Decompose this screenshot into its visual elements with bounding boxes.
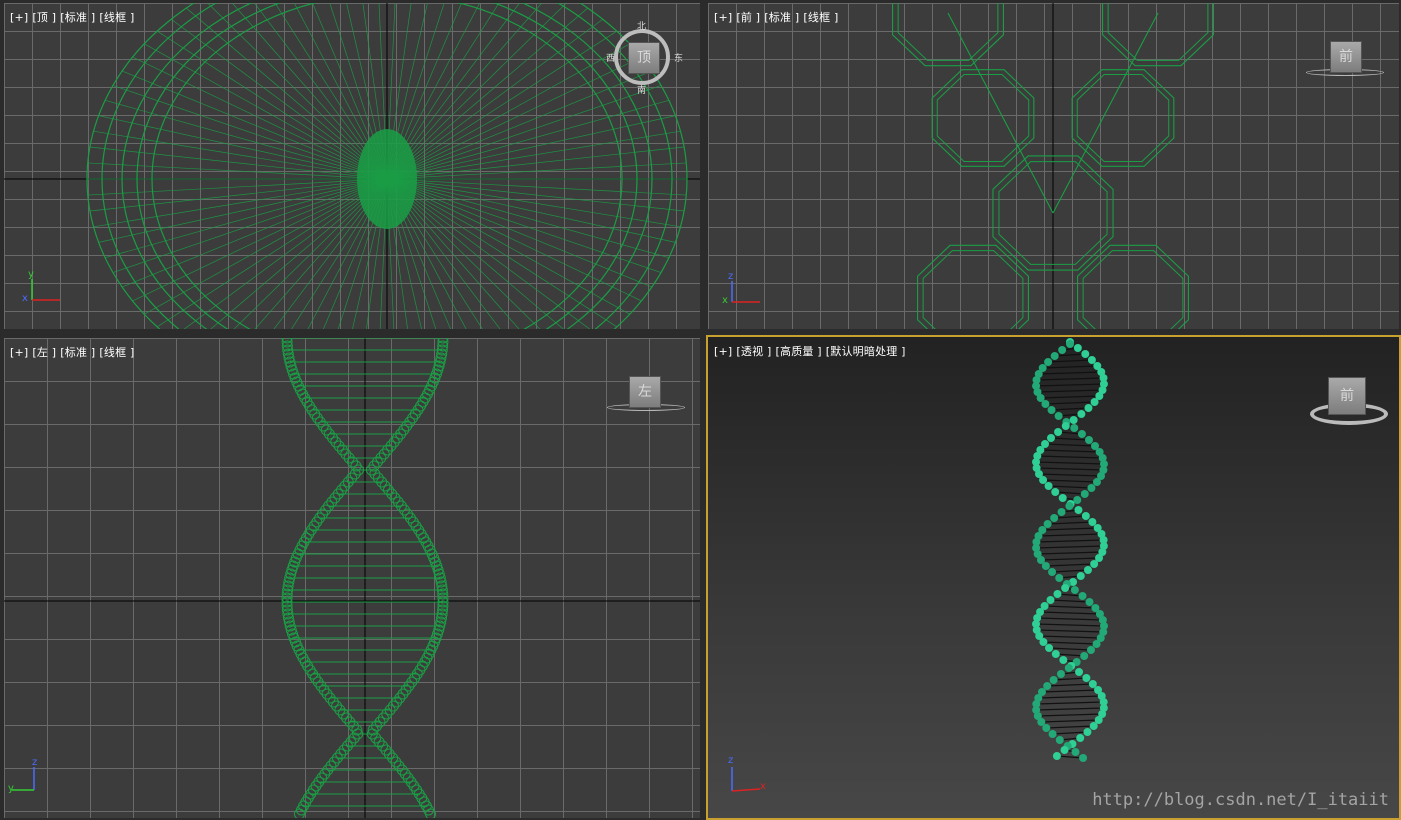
- viewport-view-name[interactable]: [左 ]: [32, 346, 56, 359]
- axis-gizmo: z y: [8, 757, 48, 799]
- viewport-shading[interactable]: [线框 ]: [803, 11, 838, 24]
- watermark-text: http://blog.csdn.net/I_itaiit: [1092, 790, 1389, 810]
- viewport-view-name[interactable]: [顶 ]: [32, 11, 56, 24]
- viewport-quality[interactable]: [标准 ]: [764, 11, 799, 24]
- viewport-front[interactable]: [+] [前 ] [标准 ] [线框 ] 前 z x: [708, 3, 1399, 329]
- viewport-menu-plus[interactable]: [+]: [714, 11, 732, 24]
- axis-gizmo: y x: [22, 269, 66, 309]
- viewport-label[interactable]: [+] [顶 ] [标准 ] [线框 ]: [10, 9, 138, 25]
- viewport-quality[interactable]: [标准 ]: [60, 11, 95, 24]
- viewport-quality[interactable]: [标准 ]: [60, 346, 95, 359]
- viewport-shading[interactable]: [默认明暗处理 ]: [826, 345, 906, 358]
- compass-east: 东: [674, 54, 684, 64]
- viewport-view-name[interactable]: [前 ]: [736, 11, 760, 24]
- axis-label-b: y: [8, 783, 14, 794]
- axis-label-b: x: [22, 293, 28, 304]
- viewport-shading[interactable]: [线框 ]: [99, 11, 134, 24]
- viewport-left[interactable]: [+] [左 ] [标准 ] [线框 ] 左 z y: [4, 338, 700, 818]
- viewport-shading[interactable]: [线框 ]: [99, 346, 134, 359]
- viewport-label[interactable]: [+] [左 ] [标准 ] [线框 ]: [10, 344, 138, 360]
- view-compass[interactable]: 顶 北 南 东 西: [606, 22, 683, 96]
- axis-label-a: y: [28, 269, 34, 280]
- axis-label-b: x: [760, 781, 766, 792]
- viewport-label[interactable]: [+] [透视 ] [高质量 ] [默认明暗处理 ]: [714, 343, 910, 359]
- nav-cube[interactable]: 左: [629, 376, 661, 408]
- viewport-menu-plus[interactable]: [+]: [714, 345, 732, 358]
- nav-cube[interactable]: 顶: [628, 42, 660, 74]
- viewport-view-name[interactable]: [透视 ]: [736, 345, 771, 358]
- viewport-top[interactable]: [+] [顶 ] [标准 ] [线框 ] 顶 北 南 东 西 y x: [4, 3, 700, 329]
- nav-cube[interactable]: 前: [1330, 41, 1362, 73]
- nav-cube[interactable]: 前: [1328, 377, 1366, 415]
- viewport-menu-plus[interactable]: [+]: [10, 346, 28, 359]
- compass-north: 北: [637, 22, 647, 32]
- axis-gizmo: z x: [722, 271, 766, 311]
- viewport-quality[interactable]: [高质量 ]: [776, 345, 822, 358]
- compass-south: 南: [637, 86, 647, 96]
- wireframe-front-scene: [892, 3, 1214, 329]
- dna-helix-model: [1032, 338, 1108, 762]
- compass-west: 西: [606, 54, 616, 64]
- viewport-perspective[interactable]: [+] [透视 ] [高质量 ] [默认明暗处理 ] 前 z x: [706, 335, 1401, 820]
- axis-gizmo: z x: [720, 755, 766, 801]
- axis-label-a: z: [728, 271, 734, 282]
- wireframe-top-scene: [4, 3, 700, 329]
- axis-label-a: z: [32, 757, 38, 768]
- axis-label-b: x: [722, 295, 728, 306]
- axis-label-a: z: [728, 755, 734, 766]
- viewport-label[interactable]: [+] [前 ] [标准 ] [线框 ]: [714, 9, 842, 25]
- wireframe-left-scene: [4, 338, 700, 818]
- viewport-menu-plus[interactable]: [+]: [10, 11, 28, 24]
